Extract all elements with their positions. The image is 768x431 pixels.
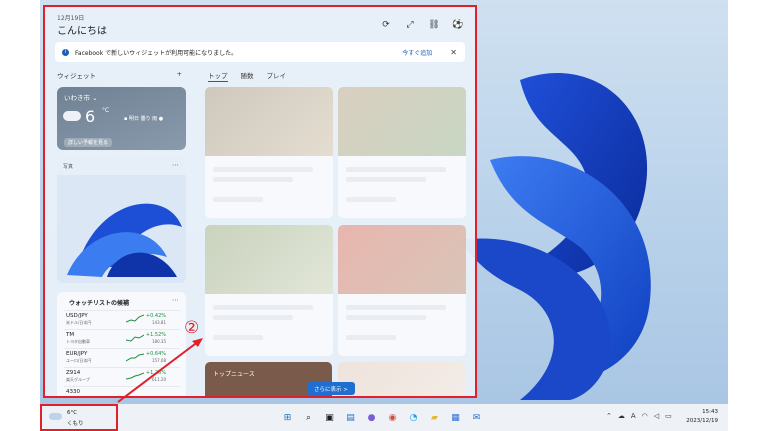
taskbar-apps: ⊞ ⌕ ▣ ▤ ● ◉ ◔ ▰ ▦ ✉ [280,410,484,425]
search-icon[interactable]: ⌕ [301,410,316,425]
system-tray: ⌃ ☁ A ◠ ◁ ▭ [606,412,672,420]
annotation-arrow [117,338,203,403]
clock-date: 2023/12/19 [686,418,718,424]
onedrive-icon[interactable]: ☁ [618,412,625,420]
taskbar: 6°C くもり ⊞ ⌕ ▣ ▤ ● ◉ ◔ ▰ ▦ ✉ ⌃ ☁ A ◠ ◁ ▭ … [40,404,728,431]
clock[interactable]: 15:43 2023/12/19 [686,408,718,426]
edge-icon[interactable]: ◔ [406,410,421,425]
chrome-icon[interactable]: ◉ [385,410,400,425]
chevron-up-icon[interactable]: ⌃ [606,412,612,420]
mail-icon[interactable]: ✉ [469,410,484,425]
volume-icon[interactable]: ◁ [654,412,659,420]
annotation-two: ② [184,318,200,338]
store-icon[interactable]: ▦ [448,410,463,425]
weather-highlight-box [40,404,118,431]
task-view-icon[interactable]: ▣ [322,410,337,425]
chat-icon[interactable]: ● [364,410,379,425]
windows-start-icon[interactable]: ⊞ [280,410,295,425]
wifi-icon[interactable]: ◠ [642,412,648,420]
battery-icon[interactable]: ▭ [665,412,672,420]
widgets-icon[interactable]: ▤ [343,410,358,425]
clock-time: 15:43 [702,409,718,415]
ime-icon[interactable]: A [631,412,636,420]
explorer-icon[interactable]: ▰ [427,410,442,425]
